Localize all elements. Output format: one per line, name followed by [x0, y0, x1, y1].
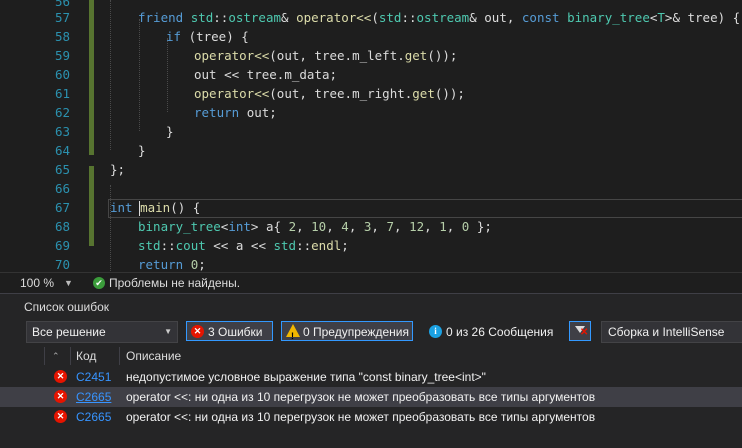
- line-number: 61: [54, 86, 70, 101]
- code-line-65: };: [110, 162, 126, 177]
- errors-filter-label: 3 Ошибки: [208, 325, 263, 339]
- info-icon: i: [429, 325, 442, 338]
- line-number: 60: [54, 67, 70, 82]
- current-line-highlight: [108, 199, 742, 218]
- error-code-link[interactable]: C2665: [76, 387, 111, 407]
- error-description: operator <<: ни одна из 10 перегрузок не…: [126, 390, 596, 404]
- code-line-60: out << tree.m_data;: [194, 67, 337, 82]
- code-line-64: }: [138, 143, 146, 158]
- error-list-toolbar: Все решение ▼ ✕ 3 Ошибки ! 0 Предупрежде…: [0, 320, 742, 346]
- warning-icon: !: [286, 324, 300, 341]
- chevron-down-icon: ▼: [164, 327, 172, 336]
- error-code-link[interactable]: C2451: [76, 367, 111, 387]
- close-icon: ✕: [580, 327, 589, 338]
- messages-filter-label: 0 из 26 Сообщения: [446, 325, 554, 339]
- line-number: 65: [54, 162, 70, 177]
- clear-filter-button[interactable]: ✕: [569, 321, 591, 341]
- error-icon: ✕: [54, 410, 67, 423]
- error-icon: ✕: [191, 325, 204, 338]
- text-caret: [139, 201, 140, 216]
- code-line-59: operator<<(out, tree.m_left.get());: [194, 48, 458, 63]
- code-line-57: friend std::ostream& operator<<(std::ost…: [138, 10, 741, 25]
- check-circle-icon: ✔: [93, 277, 105, 289]
- errors-filter-button[interactable]: ✕ 3 Ошибки: [186, 321, 273, 341]
- code-line-61: operator<<(out, tree.m_right.get());: [194, 86, 465, 101]
- error-icon: ✕: [54, 370, 67, 383]
- error-description: недопустимое условное выражение типа "co…: [126, 370, 486, 384]
- error-row[interactable]: ✕ C2665 operator <<: ни одна из 10 перег…: [0, 407, 742, 427]
- line-number: 67: [54, 200, 70, 215]
- error-icon: ✕: [54, 390, 67, 403]
- error-row[interactable]: ✕ C2665 operator <<: ни одна из 10 перег…: [0, 387, 742, 407]
- line-number: 66: [54, 181, 70, 196]
- code-line-72: return 0;: [138, 257, 206, 272]
- column-separator[interactable]: [119, 347, 120, 365]
- line-number: 68: [54, 219, 70, 234]
- error-list-header: ⌃ Код Описание: [0, 345, 742, 367]
- line-number: 59: [54, 48, 70, 63]
- panel-title: Список ошибок: [24, 300, 110, 314]
- code-line-58: if (tree) {: [166, 29, 249, 44]
- issues-status[interactable]: Проблемы не найдены.: [109, 273, 240, 293]
- scope-value: Все решение: [32, 325, 106, 339]
- build-source-value: Сборка и IntelliSense: [608, 325, 725, 339]
- code-editor[interactable]: 56 57 58 59 60 61 62 63 64 65 66 67 68 6…: [0, 0, 742, 272]
- line-number: 70: [54, 257, 70, 272]
- chevron-down-icon[interactable]: ▼: [64, 273, 73, 293]
- error-description: operator <<: ни одна из 10 перегрузок не…: [126, 410, 596, 424]
- code-line-70: std::cout << a << std::endl;: [138, 238, 349, 253]
- column-header-code[interactable]: Код: [76, 345, 96, 367]
- sort-caret-icon[interactable]: ⌃: [52, 345, 60, 367]
- line-number: 64: [54, 143, 70, 158]
- code-line-62: return out;: [194, 105, 277, 120]
- column-separator[interactable]: [44, 347, 45, 365]
- messages-filter-button[interactable]: i 0 из 26 Сообщения: [424, 321, 562, 341]
- zoom-level[interactable]: 100 %: [20, 273, 54, 293]
- editor-status-bar: 100 % ▼ ✔ Проблемы не найдены.: [0, 272, 742, 293]
- line-number: 62: [54, 105, 70, 120]
- line-number: 69: [54, 238, 70, 253]
- warnings-filter-button[interactable]: ! 0 Предупреждения: [281, 321, 413, 341]
- scope-dropdown[interactable]: Все решение ▼: [26, 321, 178, 343]
- column-separator[interactable]: [70, 347, 71, 365]
- line-number: 58: [54, 29, 70, 44]
- code-line-68: binary_tree<int> a{ 2, 10, 4, 3, 7, 12, …: [138, 219, 492, 234]
- line-number: 63: [54, 124, 70, 139]
- error-list-panel: Список ошибок Все решение ▼ ✕ 3 Ошибки !…: [0, 293, 742, 448]
- code-line-63: }: [166, 124, 174, 139]
- build-source-dropdown[interactable]: Сборка и IntelliSense: [601, 321, 742, 343]
- line-number: 57: [54, 10, 70, 25]
- warnings-filter-label: 0 Предупреждения: [303, 325, 409, 339]
- column-header-description[interactable]: Описание: [126, 345, 181, 367]
- error-code-link[interactable]: C2665: [76, 407, 111, 427]
- error-row[interactable]: ✕ C2451 недопустимое условное выражение …: [0, 367, 742, 387]
